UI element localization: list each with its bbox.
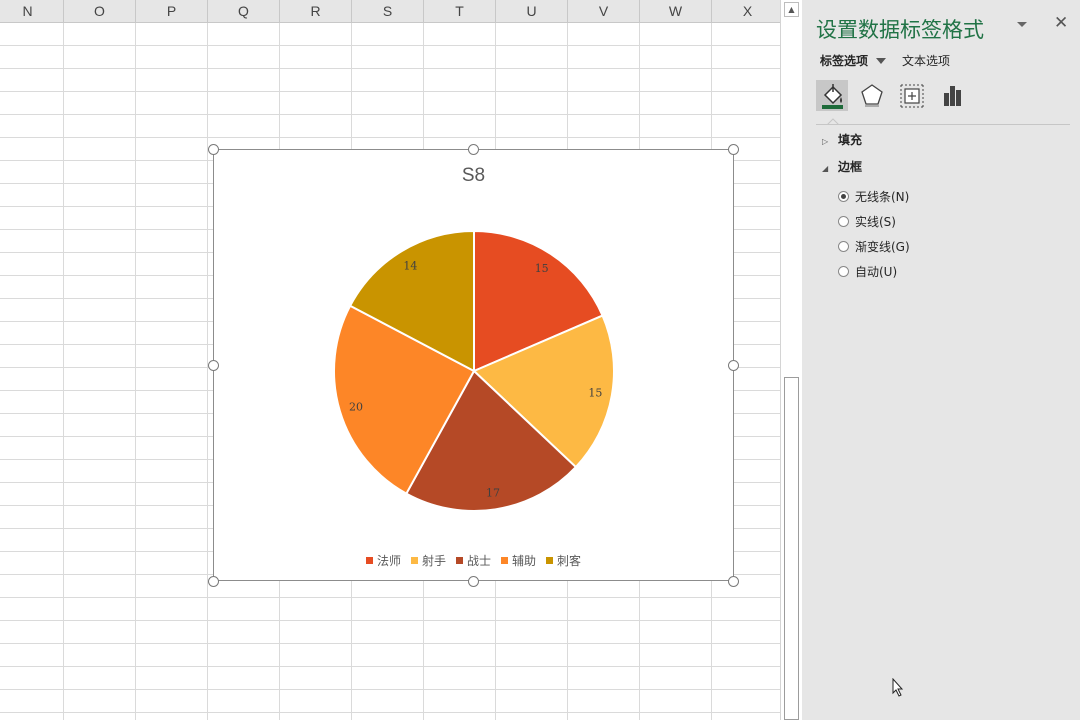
column-header-n[interactable]: N xyxy=(0,0,64,23)
radio-label: 无线条(N) xyxy=(855,190,910,204)
legend-entry[interactable]: 战士 xyxy=(455,552,491,569)
section-fill[interactable]: ▷ 填充 xyxy=(822,131,862,148)
column-header-o[interactable]: O xyxy=(64,0,136,23)
radio-automatic[interactable]: 自动(U) xyxy=(838,264,897,280)
data-label-3[interactable]: 17 xyxy=(486,487,500,500)
data-label-4[interactable]: 20 xyxy=(349,400,363,413)
radio-button[interactable] xyxy=(838,266,849,277)
resize-handle-top-right[interactable] xyxy=(728,144,739,155)
chart-legend[interactable]: 法师 射手 战士 辅助 刺客 xyxy=(214,552,733,569)
format-data-labels-pane: 设置数据标签格式 ✕ 标签选项 文本选项 ▷ 填充 ◢ 边框 无线条(N) 实线… xyxy=(802,0,1080,720)
radio-label: 自动(U) xyxy=(855,265,898,279)
close-icon[interactable]: ✕ xyxy=(1054,14,1068,32)
effects-pentagon-icon[interactable] xyxy=(856,80,888,111)
mouse-cursor-icon xyxy=(892,678,904,697)
fill-line-icon[interactable] xyxy=(816,80,848,111)
gridline-vertical xyxy=(63,23,64,720)
gridline-vertical xyxy=(135,23,136,720)
data-label-1[interactable]: 15 xyxy=(535,262,549,275)
column-header-r[interactable]: R xyxy=(280,0,352,23)
collapse-triangle-icon: ◢ xyxy=(822,164,829,173)
column-header-t[interactable]: T xyxy=(424,0,496,23)
scroll-up-arrow-icon[interactable]: ▲ xyxy=(784,2,799,17)
gridline-horizontal xyxy=(0,666,780,667)
radio-no-line[interactable]: 无线条(N) xyxy=(838,189,909,205)
gridline-horizontal xyxy=(0,137,780,138)
scrollbar-thumb[interactable] xyxy=(784,377,799,720)
legend-label: 法师 xyxy=(376,554,401,568)
radio-button[interactable] xyxy=(838,241,849,252)
gridline-horizontal xyxy=(0,712,780,713)
data-label-5[interactable]: 14 xyxy=(403,260,417,273)
gridline-horizontal xyxy=(0,45,780,46)
column-header-q[interactable]: Q xyxy=(208,0,280,23)
section-border[interactable]: ◢ 边框 xyxy=(822,158,862,175)
column-header-w[interactable]: W xyxy=(640,0,712,23)
vertical-scrollbar[interactable]: ▲ xyxy=(780,0,802,720)
legend-label: 战士 xyxy=(466,554,491,568)
resize-handle-top-left[interactable] xyxy=(208,144,219,155)
data-label-2[interactable]: 15 xyxy=(588,386,602,399)
gridline-horizontal xyxy=(0,643,780,644)
section-border-label: 边框 xyxy=(838,160,863,174)
gridline-vertical xyxy=(207,23,208,720)
gridline-horizontal xyxy=(0,620,780,621)
radio-button[interactable] xyxy=(838,191,849,202)
gridline-horizontal xyxy=(0,689,780,690)
column-header-u[interactable]: U xyxy=(496,0,568,23)
column-header-v[interactable]: V xyxy=(568,0,640,23)
radio-gradient-line[interactable]: 渐变线(G) xyxy=(838,239,910,255)
legend-label: 射手 xyxy=(421,554,446,568)
tab-text-options[interactable]: 文本选项 xyxy=(902,52,950,69)
radio-label: 渐变线(G) xyxy=(855,240,910,254)
pie-plot-area[interactable]: 15 15 17 20 14 xyxy=(214,150,733,580)
pane-options-dropdown-icon[interactable] xyxy=(1016,18,1028,30)
legend-entry[interactable]: 辅助 xyxy=(501,552,536,569)
size-properties-icon[interactable] xyxy=(896,80,928,111)
expand-triangle-icon: ▷ xyxy=(822,137,829,146)
legend-swatch xyxy=(365,557,373,564)
legend-swatch xyxy=(501,557,508,564)
resize-handle-middle-left[interactable] xyxy=(208,360,219,371)
legend-label: 辅助 xyxy=(512,554,537,568)
legend-swatch xyxy=(410,557,418,564)
gridline-horizontal xyxy=(0,114,780,115)
resize-handle-bottom-right[interactable] xyxy=(728,576,739,587)
pane-title: 设置数据标签格式 xyxy=(816,18,984,42)
excel-window: NOPQRSTUVWX S8 15 15 17 20 14 法师 射手 战士 辅助 刺客 ▲ 设… xyxy=(0,0,1080,720)
category-icon-row xyxy=(816,80,1056,112)
gridline-horizontal xyxy=(0,597,780,598)
column-header-p[interactable]: P xyxy=(136,0,208,23)
resize-handle-bottom-center[interactable] xyxy=(468,576,479,587)
column-headers: NOPQRSTUVWX xyxy=(0,0,780,23)
resize-handle-middle-right[interactable] xyxy=(728,360,739,371)
legend-swatch xyxy=(455,557,463,564)
radio-label: 实线(S) xyxy=(855,215,896,229)
worksheet[interactable]: NOPQRSTUVWX S8 15 15 17 20 14 法师 射手 战士 辅助 刺客 xyxy=(0,0,780,720)
gridline-horizontal xyxy=(0,91,780,92)
chevron-down-icon[interactable] xyxy=(876,57,886,65)
resize-handle-bottom-left[interactable] xyxy=(208,576,219,587)
divider xyxy=(816,124,1070,125)
tab-label-options[interactable]: 标签选项 xyxy=(820,52,868,69)
legend-entry[interactable]: 射手 xyxy=(410,552,446,569)
label-options-bar-icon[interactable] xyxy=(936,80,968,111)
column-header-x[interactable]: X xyxy=(712,0,780,23)
radio-solid-line[interactable]: 实线(S) xyxy=(838,214,896,230)
legend-label: 刺客 xyxy=(557,554,582,568)
pie-chart[interactable]: S8 15 15 17 20 14 法师 射手 战士 辅助 刺客 xyxy=(213,149,734,581)
column-header-s[interactable]: S xyxy=(352,0,424,23)
radio-button[interactable] xyxy=(838,216,849,227)
legend-swatch xyxy=(546,557,554,564)
resize-handle-top-center[interactable] xyxy=(468,144,479,155)
legend-entry[interactable]: 刺客 xyxy=(546,552,581,569)
legend-entry[interactable]: 法师 xyxy=(365,552,401,569)
gridline-horizontal xyxy=(0,68,780,69)
section-fill-label: 填充 xyxy=(838,133,863,147)
